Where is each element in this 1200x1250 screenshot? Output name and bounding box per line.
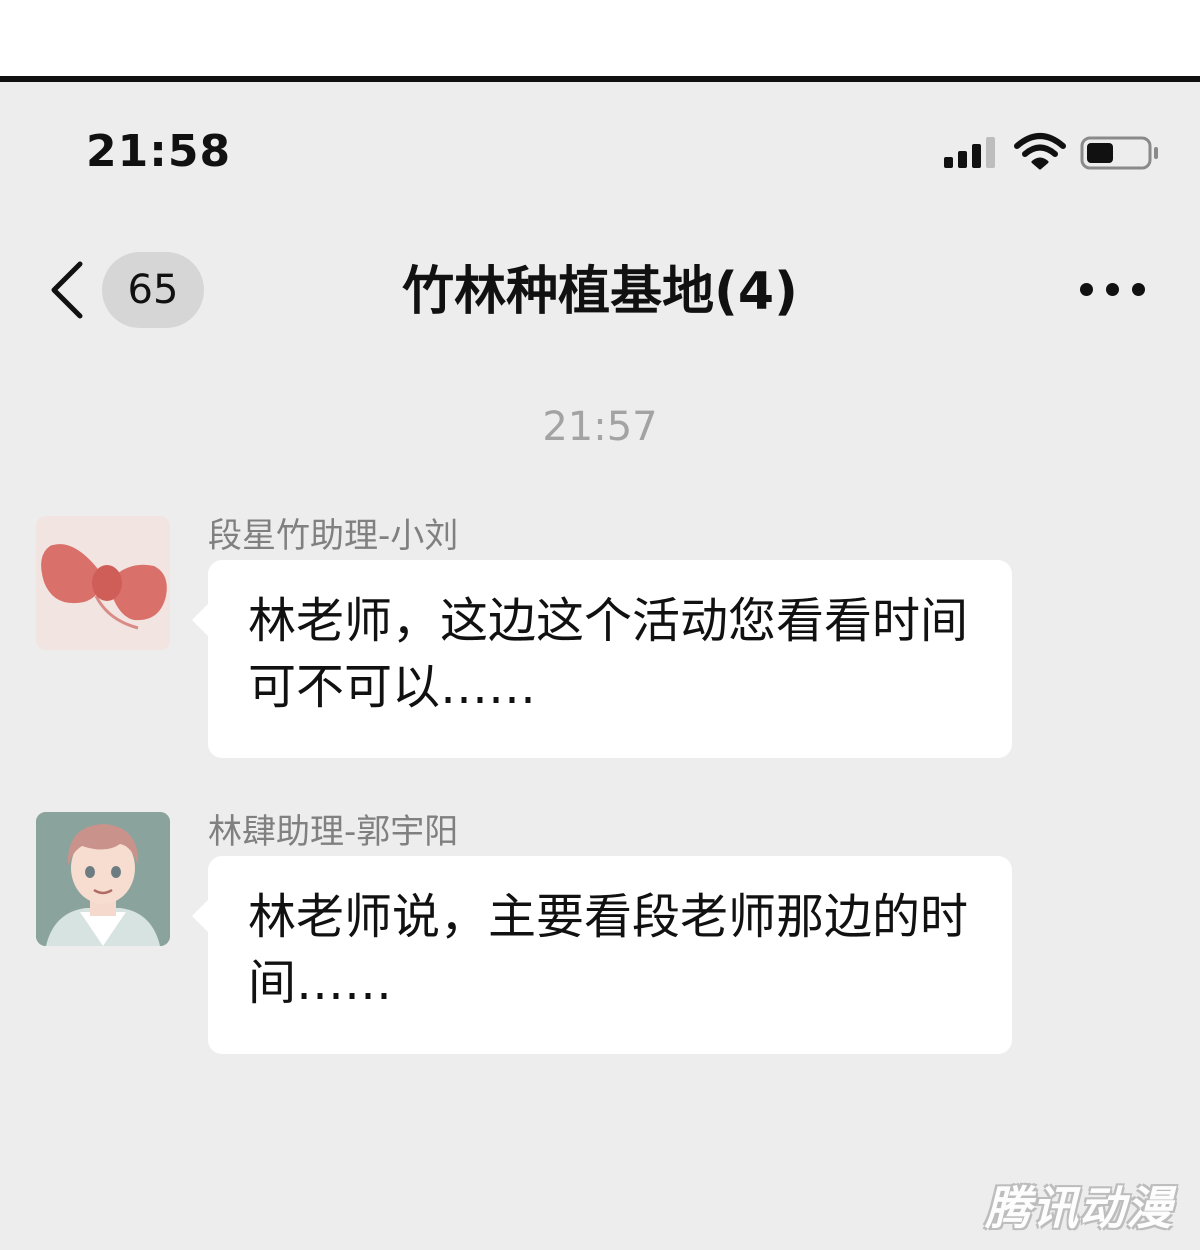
wifi-icon <box>1014 133 1066 170</box>
status-time: 21:58 <box>86 126 232 177</box>
unread-count-badge[interactable]: 65 <box>102 252 204 328</box>
person-icon <box>36 812 170 946</box>
chevron-left-icon[interactable] <box>44 258 92 322</box>
message-bubble[interactable]: 林老师说，主要看段老师那边的时间…… <box>192 856 1012 1054</box>
bow-avatar[interactable] <box>36 516 170 650</box>
person-avatar[interactable] <box>36 812 170 946</box>
sender-name: 林肆助理-郭宇阳 <box>208 812 459 852</box>
page-top-margin <box>0 0 1200 76</box>
battery-fill <box>1087 143 1113 163</box>
cellular-signal-icon <box>944 136 1000 168</box>
sender-name: 段星竹助理-小刘 <box>208 516 459 556</box>
battery-icon <box>1080 136 1158 170</box>
ellipsis-icon[interactable] <box>1080 280 1146 300</box>
message-timestamp: 21:57 <box>542 404 658 450</box>
watermark-logo: 腾讯动漫 <box>985 1181 1173 1235</box>
chat-title: 竹林种植基地(4) <box>402 262 798 322</box>
message-bubble[interactable]: 林老师，这边这个活动您看看时间可不可以…… <box>192 560 1012 758</box>
bow-icon <box>41 544 167 630</box>
